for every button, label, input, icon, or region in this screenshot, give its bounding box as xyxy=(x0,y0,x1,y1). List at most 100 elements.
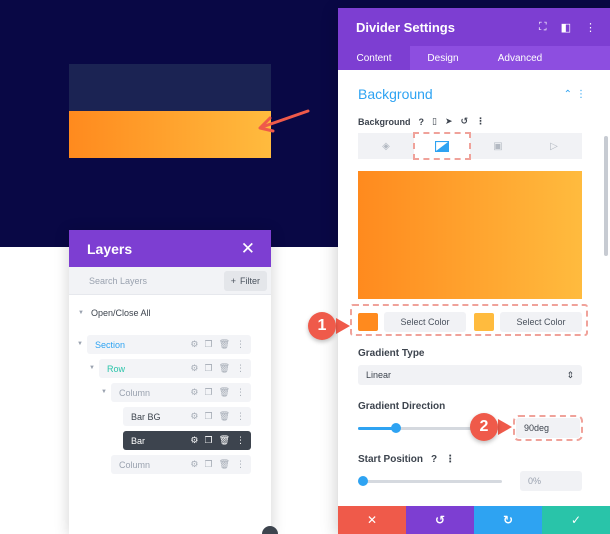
gear-icon[interactable]: ⚙ xyxy=(190,339,198,350)
bar-module[interactable] xyxy=(69,111,271,158)
tab-advanced[interactable]: Advanced xyxy=(476,46,564,70)
video-icon[interactable]: ▷ xyxy=(526,133,582,159)
layer-item-column[interactable]: Column ⚙ ❐ 🗑 ⋮ xyxy=(111,383,251,402)
more-icon[interactable]: ⋮ xyxy=(236,411,245,422)
more-icon[interactable]: ⋮ xyxy=(445,454,455,465)
layer-item-row[interactable]: Row ⚙ ❐ 🗑 ⋮ xyxy=(99,359,251,378)
caret-down-icon[interactable]: ▼ xyxy=(89,365,95,371)
slider-knob[interactable] xyxy=(391,423,401,433)
image-icon[interactable]: ▣ xyxy=(470,133,526,159)
undo-button[interactable]: ↺ xyxy=(406,506,474,534)
more-icon[interactable]: ⋮ xyxy=(476,116,485,127)
tab-content[interactable]: Content xyxy=(338,46,410,70)
layers-title: Layers xyxy=(87,240,133,257)
search-layers-input[interactable] xyxy=(89,275,199,286)
gradient-icon[interactable] xyxy=(413,132,471,160)
more-icon[interactable]: ⋮ xyxy=(236,339,245,350)
help-icon[interactable]: ? xyxy=(419,117,425,127)
trash-icon[interactable]: 🗑 xyxy=(219,411,230,422)
trash-icon[interactable]: 🗑 xyxy=(219,387,230,398)
background-label-row: Background ? ▯ ➤ ↺ ⋮ xyxy=(358,116,485,127)
gradient-type-select[interactable]: Linear ⇕ xyxy=(358,365,582,385)
more-icon[interactable]: ⋮ xyxy=(236,459,245,470)
duplicate-icon[interactable]: ❐ xyxy=(204,435,212,446)
start-position-slider[interactable] xyxy=(358,480,502,483)
slider-knob[interactable] xyxy=(358,476,368,486)
layer-item-bar-bg[interactable]: Bar BG ⚙ ❐ 🗑 ⋮ xyxy=(123,407,251,426)
select-color-button-start[interactable]: Select Color xyxy=(384,312,466,332)
layers-search-bar: + Filter xyxy=(69,267,271,295)
layers-tree: ▼ Open/Close All xyxy=(69,295,271,319)
start-position-input[interactable]: 0% xyxy=(520,471,582,491)
duplicate-icon[interactable]: ❐ xyxy=(204,459,212,470)
caret-down-icon[interactable]: ▼ xyxy=(77,341,83,347)
help-icon[interactable]: ? xyxy=(431,454,437,465)
gear-icon[interactable]: ⚙ xyxy=(190,459,198,470)
gear-icon[interactable]: ⚙ xyxy=(190,387,198,398)
caret-down-icon[interactable]: ▼ xyxy=(101,389,107,395)
gradient-direction-label: Gradient Direction xyxy=(358,401,446,412)
check-icon: ✓ xyxy=(570,513,582,527)
duplicate-icon[interactable]: ❐ xyxy=(204,387,212,398)
layer-item-column[interactable]: Column ⚙ ❐ 🗑 ⋮ xyxy=(111,455,251,474)
layer-tools: ⚙ ❐ 🗑 ⋮ xyxy=(190,411,251,422)
more-icon[interactable]: ⋮ xyxy=(236,363,245,374)
gradient-type-value: Linear xyxy=(366,370,392,380)
start-position-label: Start Position xyxy=(358,454,424,465)
layers-resize-handle[interactable] xyxy=(262,526,278,534)
callout-badge-1: 1 xyxy=(308,312,336,340)
settings-scrollbar[interactable] xyxy=(604,136,608,256)
callout-badge-2: 2 xyxy=(470,413,498,441)
trash-icon[interactable]: 🗑 xyxy=(219,459,230,470)
gradient-direction-input[interactable]: 90deg xyxy=(513,415,583,441)
undo-icon: ↺ xyxy=(434,513,446,527)
redo-icon: ↻ xyxy=(502,513,514,527)
color-swatch-end[interactable] xyxy=(474,313,494,331)
gear-icon[interactable]: ⚙ xyxy=(190,363,198,374)
more-icon[interactable]: ⋮ xyxy=(585,21,596,34)
layer-item-bar[interactable]: Bar ⚙ ❐ 🗑 ⋮ xyxy=(123,431,251,450)
gradient-preview xyxy=(358,171,582,299)
mobile-icon[interactable]: ▯ xyxy=(432,116,437,127)
redo-button[interactable]: ↻ xyxy=(474,506,542,534)
duplicate-icon[interactable]: ❐ xyxy=(204,411,212,422)
duplicate-icon[interactable]: ❐ xyxy=(204,339,212,350)
slider-fill xyxy=(358,427,394,430)
tab-design[interactable]: Design xyxy=(410,46,476,70)
gradient-stops: Select Color Select Color xyxy=(350,304,588,336)
chevron-up-icon[interactable]: ⌃ xyxy=(564,89,576,100)
open-close-all-toggle[interactable]: ▼ Open/Close All xyxy=(78,307,271,319)
layers-header: Layers ✕ xyxy=(69,230,271,267)
filter-label: Filter xyxy=(240,275,260,286)
more-icon[interactable]: ⋮ xyxy=(236,387,245,398)
section-title-background[interactable]: Background xyxy=(358,86,433,102)
save-button[interactable]: ✓ xyxy=(542,506,610,534)
callout-pointer xyxy=(336,318,350,334)
paint-bucket-icon[interactable]: ◈ xyxy=(358,133,414,159)
fullscreen-icon[interactable]: ⛶ xyxy=(539,21,547,34)
start-position-label-row: Start Position ? ⋮ xyxy=(358,454,455,465)
settings-footer: ✕ ↺ ↻ ✓ xyxy=(338,506,610,534)
layer-tools: ⚙ ❐ 🗑 ⋮ xyxy=(190,387,251,398)
close-icon[interactable]: ✕ xyxy=(241,240,255,257)
trash-icon[interactable]: 🗑 xyxy=(219,339,230,350)
filter-button[interactable]: + Filter xyxy=(223,270,267,291)
reset-icon[interactable]: ↺ xyxy=(461,116,469,127)
layer-item-section[interactable]: Section ⚙ ❐ 🗑 ⋮ xyxy=(87,335,251,354)
bar-bg-module[interactable] xyxy=(69,64,271,111)
trash-icon[interactable]: 🗑 xyxy=(219,363,230,374)
duplicate-icon[interactable]: ❐ xyxy=(204,363,212,374)
trash-icon[interactable]: 🗑 xyxy=(219,435,230,446)
annotation-arrow xyxy=(258,109,310,133)
more-icon[interactable]: ⋮ xyxy=(576,89,590,100)
split-view-icon[interactable]: ◧ xyxy=(561,21,571,34)
color-swatch-start[interactable] xyxy=(358,313,378,331)
gear-icon[interactable]: ⚙ xyxy=(190,411,198,422)
select-color-button-end[interactable]: Select Color xyxy=(500,312,582,332)
more-icon[interactable]: ⋮ xyxy=(236,435,245,446)
gear-icon[interactable]: ⚙ xyxy=(190,435,198,446)
gradient-type-label: Gradient Type xyxy=(358,348,425,359)
layers-panel: Layers ✕ + Filter ▼ Open/Close All ▼ Sec… xyxy=(69,230,271,534)
cancel-button[interactable]: ✕ xyxy=(338,506,406,534)
cursor-icon[interactable]: ➤ xyxy=(445,116,453,127)
